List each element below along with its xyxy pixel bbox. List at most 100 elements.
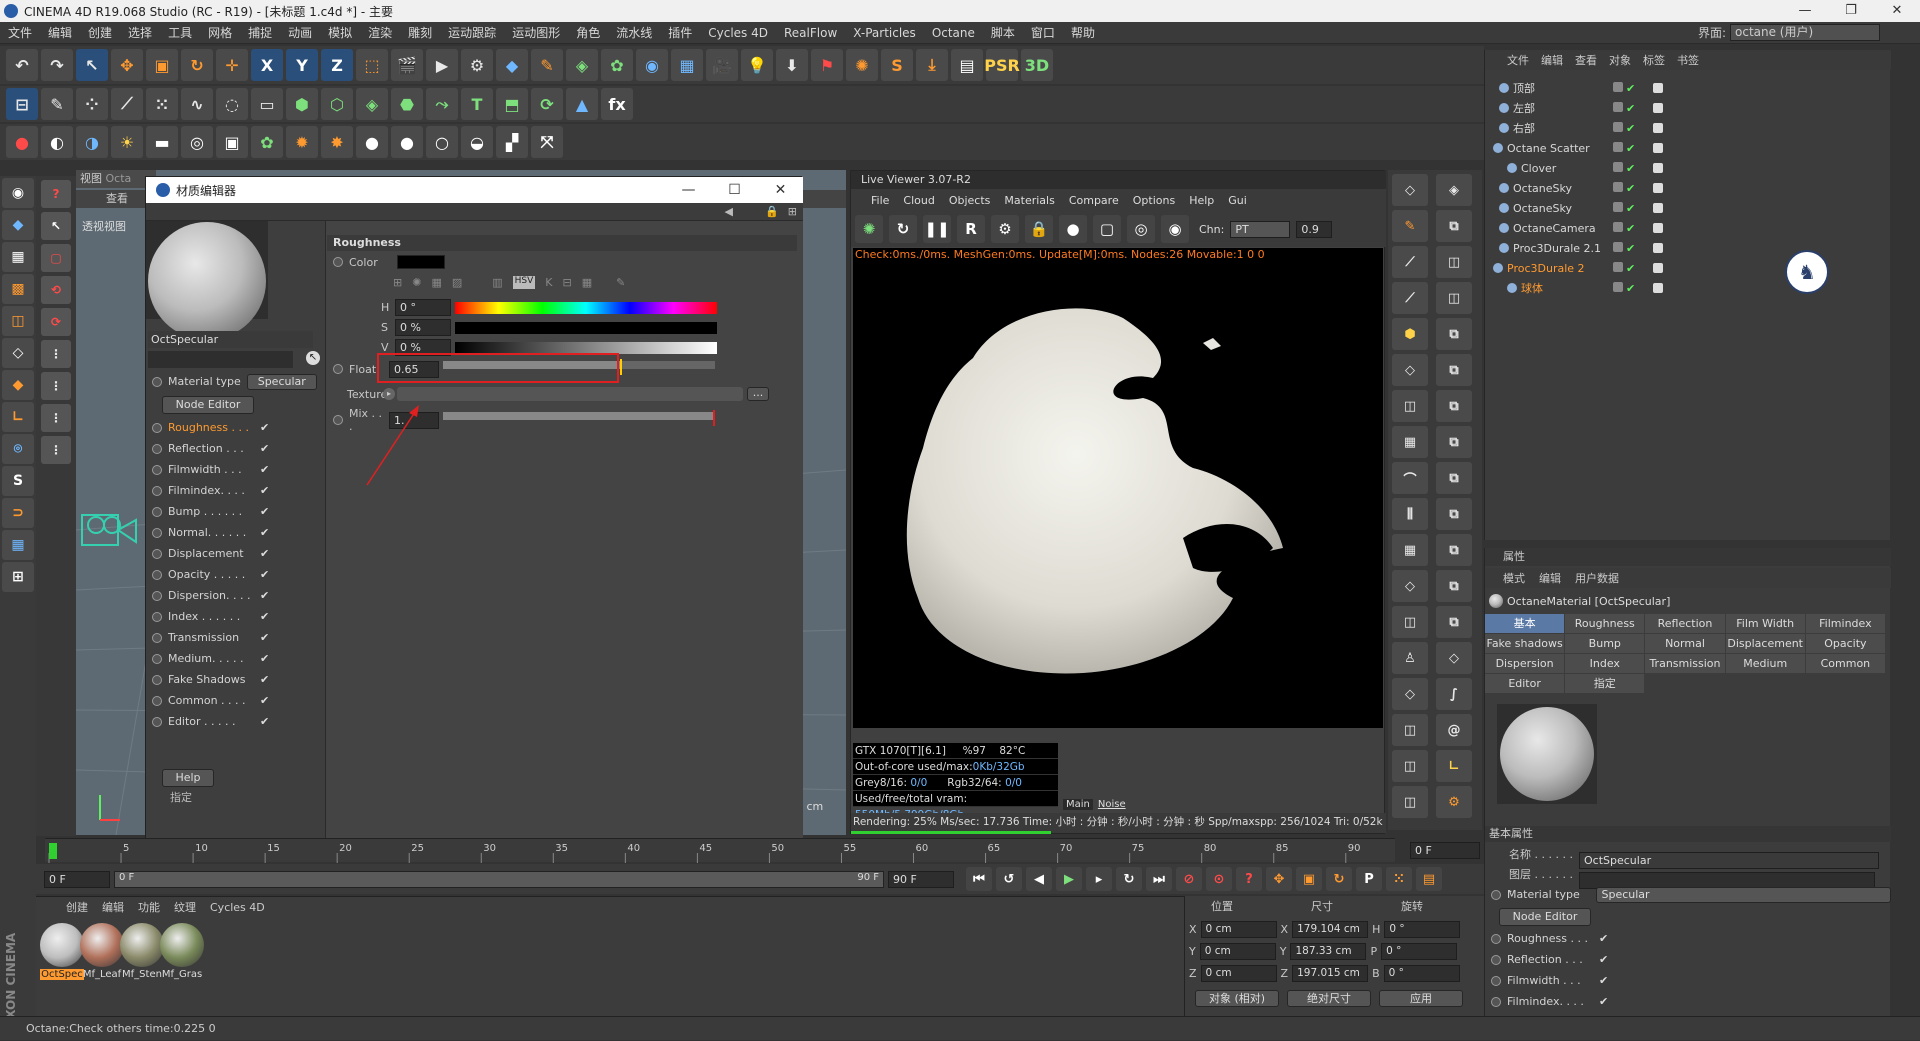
object-row[interactable]: OctaneSky✔ <box>1489 198 1889 218</box>
octane-volume-icon[interactable]: ✸ <box>321 126 353 158</box>
material-thumb[interactable]: Mf_Gras <box>160 923 204 980</box>
play-icon[interactable]: ▶ <box>1056 867 1082 891</box>
object-row[interactable]: OctaneSky✔ <box>1489 178 1889 198</box>
rgb-icon[interactable]: ▥ <box>492 276 502 289</box>
pen-orange-icon[interactable]: ✎ <box>1392 210 1428 242</box>
channel-item[interactable]: Opacity . . . . .✔ <box>146 564 326 585</box>
cube-e-icon[interactable]: ◇ <box>1436 642 1472 674</box>
settings-gear-icon[interactable]: ⚙ <box>991 215 1019 243</box>
cube-c-icon[interactable]: ◇ <box>1392 570 1428 602</box>
attribute-tab[interactable]: Filmindex <box>1806 614 1885 633</box>
octane-mix-ball-icon[interactable]: ◒ <box>461 126 493 158</box>
channel-item[interactable]: Common . . . .✔ <box>146 690 326 711</box>
bend-icon[interactable]: ⌒ <box>1392 462 1428 494</box>
blank-c-icon[interactable]: ◫ <box>1392 786 1428 818</box>
checkbox-icon[interactable]: ✔ <box>1599 995 1608 1008</box>
channel-item[interactable]: Index . . . . . .✔ <box>146 606 326 627</box>
spline-icon[interactable]: ∿ <box>181 88 213 120</box>
start-frame-input[interactable]: 0 F <box>44 871 110 888</box>
size-mode-dropdown[interactable]: 绝对尺寸 <box>1287 990 1371 1007</box>
material-name-field[interactable]: OctSpecular <box>148 331 313 348</box>
attribute-tab[interactable]: Roughness <box>1565 614 1644 633</box>
cube-d-icon[interactable]: ◫ <box>1392 606 1428 638</box>
key-param-icon[interactable]: P <box>1356 867 1382 891</box>
back-arrow-icon[interactable]: ◀ <box>725 205 733 218</box>
octane-record-icon[interactable]: ● <box>6 126 38 158</box>
coord-input[interactable]: 0 cm <box>1200 943 1276 960</box>
material-thumb[interactable]: Mf_Sten <box>120 923 164 980</box>
cube-mode-icon[interactable]: ◆ <box>2 210 34 240</box>
timeline-options-icon[interactable]: ▤ <box>1416 867 1442 891</box>
kelvin-icon[interactable]: K <box>545 276 552 289</box>
checkbox-icon[interactable]: ✔ <box>260 547 269 560</box>
enabled-check-icon[interactable]: ✔ <box>1626 262 1635 275</box>
color-swatch[interactable] <box>397 255 445 269</box>
tool-a-icon[interactable]: ⋮ <box>41 340 71 368</box>
material-pick-icon[interactable]: ◉ <box>1161 215 1189 243</box>
channel-item[interactable]: Bump . . . . . .✔ <box>146 501 326 522</box>
octane-target-icon[interactable]: ◎ <box>181 126 213 158</box>
attribute-tab[interactable]: Medium <box>1726 654 1805 673</box>
current-frame-right[interactable]: 0 F <box>1410 842 1480 859</box>
coord-input[interactable]: 0 cm <box>1201 921 1277 938</box>
menu-item[interactable]: 帮助 <box>1063 24 1103 41</box>
chn-dropdown[interactable]: PT <box>1230 221 1290 238</box>
key-move-icon[interactable]: ✥ <box>1266 867 1292 891</box>
workplane-icon[interactable]: ▦ <box>2 530 34 560</box>
tab-noise[interactable]: Noise <box>1095 799 1129 810</box>
hue-slider[interactable] <box>455 302 717 314</box>
object-row[interactable]: Proc3Durale 2.1✔ <box>1489 238 1889 258</box>
menu-item[interactable]: 文件 <box>0 24 40 41</box>
tag-icon[interactable] <box>1653 283 1663 293</box>
cube-side-icon[interactable]: ◫ <box>1436 282 1472 314</box>
layers-c-icon[interactable]: ⧉ <box>1436 390 1472 422</box>
enabled-check-icon[interactable]: ✔ <box>1626 102 1635 115</box>
material-name-input[interactable] <box>148 351 293 368</box>
om-menu-item[interactable]: 标签 <box>1643 52 1665 68</box>
axis-icon[interactable]: ∟ <box>2 402 34 432</box>
lv-menu-item[interactable]: Objects <box>949 194 991 207</box>
cube-a-icon[interactable]: ◇ <box>1392 354 1428 386</box>
layers-b-icon[interactable]: ⧉ <box>1436 354 1472 386</box>
key-rotate-icon[interactable]: ↻ <box>1326 867 1352 891</box>
menu-item[interactable]: 模拟 <box>320 24 360 41</box>
enabled-check-icon[interactable]: ✔ <box>1626 282 1635 295</box>
menu-item[interactable]: RealFlow <box>776 26 845 40</box>
channel-item[interactable]: Filmindex. . . .✔ <box>146 480 326 501</box>
checkbox-icon[interactable]: ✔ <box>260 589 269 602</box>
render-region-icon[interactable]: R <box>957 215 985 243</box>
tag-icon[interactable] <box>1653 123 1663 133</box>
checkbox-icon[interactable]: ✔ <box>260 484 269 497</box>
channel-item[interactable]: Dispersion. . . .✔ <box>146 585 326 606</box>
attribute-tab[interactable]: Editor <box>1485 674 1564 693</box>
menu-item[interactable]: 流水线 <box>608 24 660 41</box>
auto-key-icon[interactable]: ⊙ <box>1206 867 1232 891</box>
saturation-slider[interactable] <box>455 322 717 334</box>
octane-specular-ball-icon[interactable]: ○ <box>426 126 458 158</box>
menu-item[interactable]: 运动图形 <box>504 24 568 41</box>
picture-viewer-icon[interactable]: ▤ <box>951 49 983 81</box>
color-wheel-icon[interactable]: ⊞ <box>393 276 402 289</box>
grid-b-icon[interactable]: ▦ <box>1392 426 1428 458</box>
channel-item[interactable]: Roughness . . .✔ <box>146 417 326 438</box>
figure-icon[interactable]: ♙ <box>1392 642 1428 674</box>
mt-dropdown[interactable]: Specular <box>1596 887 1891 903</box>
mouse-icon[interactable]: ⌾ <box>2 434 34 464</box>
coord-input[interactable]: 0 ° <box>1384 965 1460 982</box>
x-axis-icon[interactable]: X <box>251 49 283 81</box>
attribute-tab[interactable]: Displacement <box>1726 634 1805 653</box>
cube-f-icon[interactable]: ◇ <box>1392 678 1428 710</box>
psr-icon[interactable]: PSR <box>986 49 1018 81</box>
material-type-dropdown[interactable]: Specular <box>247 374 317 390</box>
channel-item[interactable]: Normal. . . . . .✔ <box>146 522 326 543</box>
layers-h-icon[interactable]: ⧉ <box>1436 570 1472 602</box>
tracer-icon[interactable]: ⬣ <box>391 88 423 120</box>
cube-dual-icon[interactable]: ◈ <box>1436 174 1472 206</box>
attribute-tab[interactable]: Transmission <box>1645 654 1724 673</box>
attribute-tab[interactable]: Reflection <box>1645 614 1724 633</box>
image-icon[interactable]: ▦ <box>431 276 441 289</box>
checkbox-icon[interactable]: ✔ <box>260 673 269 686</box>
octane-sun-icon[interactable]: ☀ <box>111 126 143 158</box>
maximize-button[interactable]: ❐ <box>1828 0 1874 22</box>
point-mode-icon[interactable]: ⁘ <box>76 88 108 120</box>
